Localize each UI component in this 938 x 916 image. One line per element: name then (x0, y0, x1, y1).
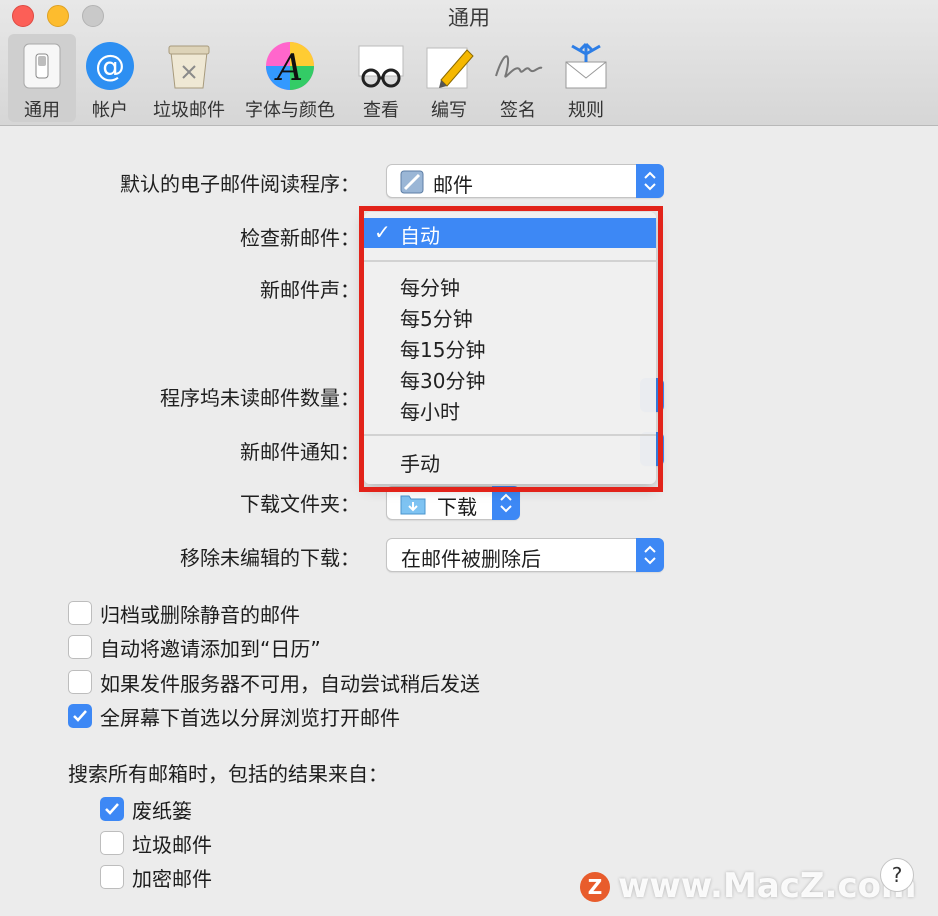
window-toolbar: 通用 通用 @ 帐户 垃圾邮件 A 字体与颜色 查看 编写 签名 规则 (0, 0, 938, 126)
at-sign-icon: @ (86, 42, 134, 90)
tab-fonts-colors-label: 字体与颜色 (245, 100, 335, 121)
tab-composing-label: 编写 (431, 100, 467, 121)
new-mail-notify-label: 新邮件通知： (240, 440, 360, 464)
search-encrypted-checkbox[interactable] (100, 865, 124, 889)
window-title: 通用 (448, 6, 490, 30)
tab-accounts-label: 帐户 (92, 100, 128, 121)
tab-rules-label: 规则 (568, 100, 604, 121)
default-reader-stepper[interactable] (636, 164, 664, 198)
retry-send-checkbox[interactable] (68, 670, 92, 694)
new-mail-sound-label: 新邮件声： (260, 278, 360, 302)
svg-text:A: A (274, 48, 303, 89)
search-trash-checkbox[interactable] (100, 797, 124, 821)
tab-signatures-label: 签名 (500, 100, 536, 121)
check-mail-label: 检查新邮件： (240, 226, 360, 250)
chevron-updown-icon (500, 493, 512, 513)
tab-junk[interactable]: 垃圾邮件 (146, 34, 232, 122)
archive-muted-checkbox[interactable] (68, 601, 92, 625)
general-switch-icon (23, 43, 61, 89)
download-folder-value: 下载 (437, 495, 477, 519)
watermark-logo: Z (580, 872, 610, 902)
search-junk-checkbox[interactable] (100, 831, 124, 855)
watermark-logo-letter: Z (587, 875, 603, 899)
signature-icon (495, 55, 543, 78)
default-reader-popup[interactable]: 邮件 (386, 164, 664, 198)
font-color-icon: A (266, 42, 314, 90)
search-encrypted-label: 加密邮件 (132, 867, 212, 891)
dock-unread-label: 程序坞未读邮件数量： (160, 386, 360, 410)
tab-general-label: 通用 (24, 100, 60, 121)
tab-viewing[interactable]: 查看 (350, 34, 412, 122)
search-heading: 搜索所有邮箱时，包括的结果来自： (68, 762, 388, 786)
tab-accounts[interactable]: @ 帐户 (80, 34, 140, 122)
checkmark-icon (73, 710, 87, 722)
tab-junk-label: 垃圾邮件 (153, 100, 225, 121)
split-view-label: 全屏幕下首选以分屏浏览打开邮件 (100, 706, 400, 730)
pencil-icon (426, 47, 474, 89)
tab-viewing-label: 查看 (363, 100, 399, 121)
default-reader-label: 默认的电子邮件阅读程序： (120, 172, 360, 196)
remove-downloads-stepper[interactable] (636, 538, 664, 572)
download-folder-label: 下载文件夹： (240, 492, 360, 516)
remove-downloads-value: 在邮件被删除后 (401, 547, 541, 571)
split-view-checkbox[interactable] (68, 704, 92, 728)
checkmark-icon (105, 803, 119, 815)
tab-signatures[interactable]: 签名 (486, 34, 550, 122)
help-button[interactable]: ? (880, 858, 914, 892)
archive-muted-label: 归档或删除静音的邮件 (100, 603, 300, 627)
tab-general[interactable]: 通用 (8, 34, 76, 122)
chevron-updown-icon (644, 545, 656, 565)
remove-downloads-popup[interactable]: 在邮件被删除后 (386, 538, 664, 572)
chevron-updown-icon (644, 171, 656, 191)
remove-downloads-label: 移除未编辑的下载： (180, 546, 360, 570)
default-reader-value: 邮件 (433, 173, 473, 197)
search-junk-label: 垃圾邮件 (132, 833, 212, 857)
annotation-highlight-box (359, 206, 663, 492)
rules-envelope-icon (565, 42, 607, 89)
retry-send-label: 如果发件服务器不可用，自动尝试稍后发送 (100, 672, 480, 696)
tab-rules[interactable]: 规则 (556, 34, 616, 122)
tab-fonts-colors[interactable]: A 字体与颜色 (238, 34, 342, 122)
folder-icon (400, 495, 426, 515)
watermark-text: www.MacZ.com (618, 866, 917, 906)
svg-text:@: @ (95, 49, 125, 84)
glasses-icon (358, 45, 404, 88)
add-invites-label: 自动将邀请添加到“日历” (100, 637, 321, 661)
search-trash-label: 废纸篓 (132, 799, 192, 823)
add-invites-checkbox[interactable] (68, 635, 92, 659)
mail-app-icon (400, 170, 424, 194)
tab-composing[interactable]: 编写 (420, 34, 478, 122)
junk-bin-icon (168, 45, 210, 89)
